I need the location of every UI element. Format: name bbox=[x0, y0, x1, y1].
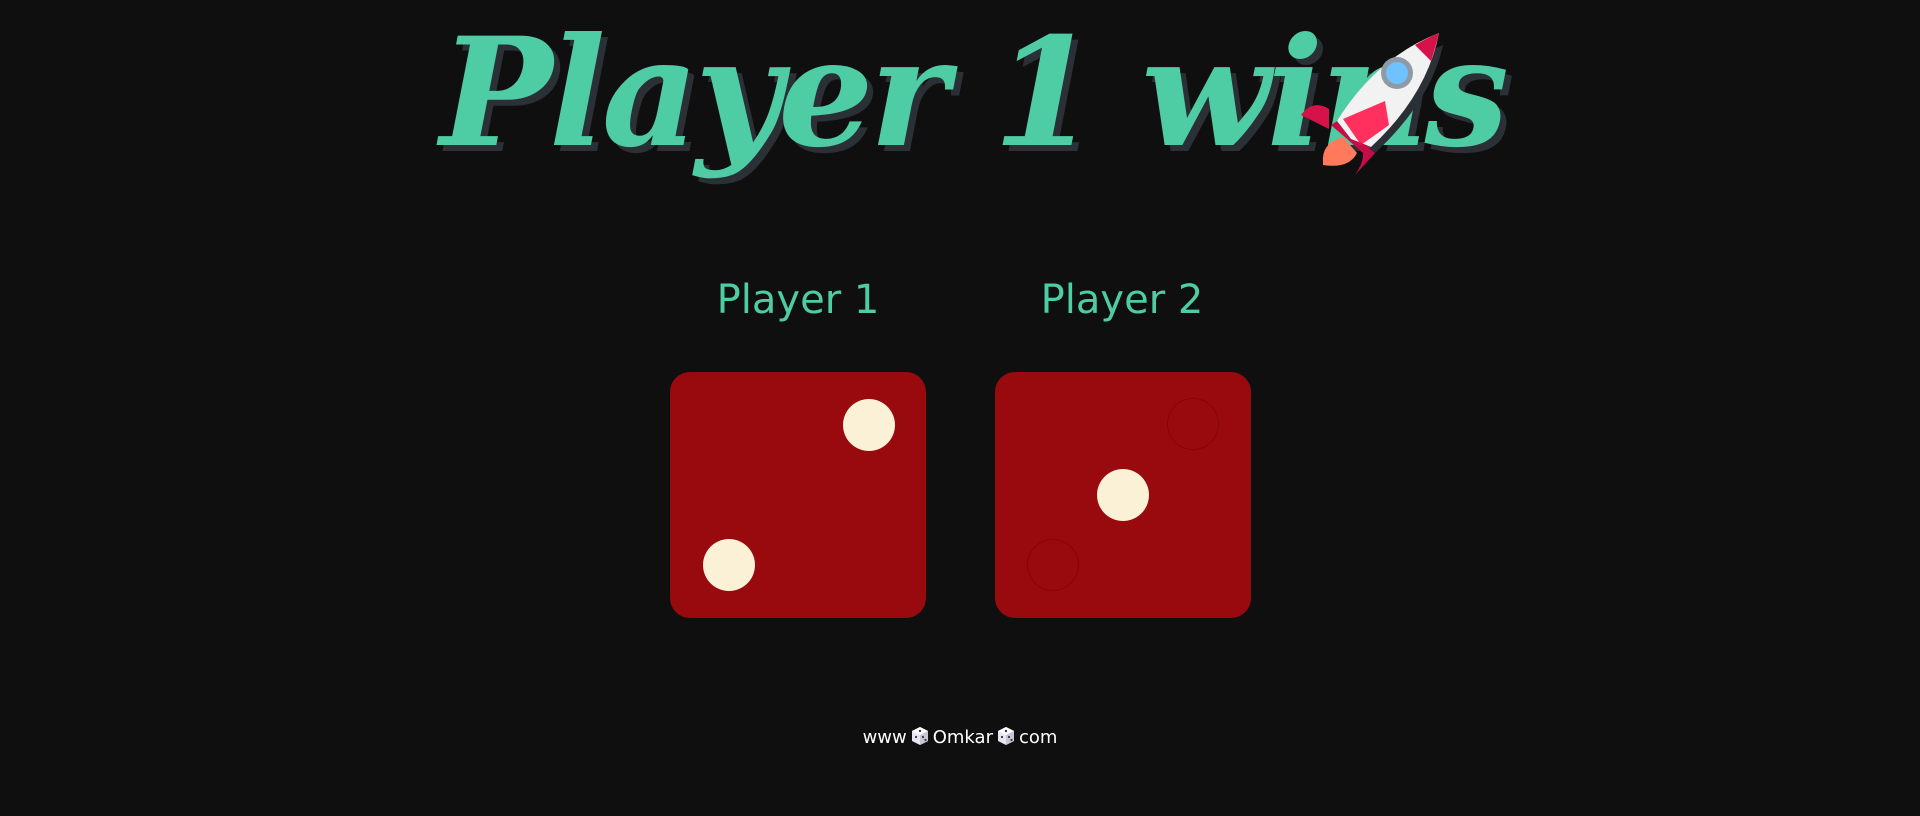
die-pip bbox=[703, 539, 755, 591]
die-pip-hidden bbox=[1027, 539, 1079, 591]
footer-prefix: www bbox=[862, 727, 907, 748]
dice-icon bbox=[997, 727, 1014, 745]
player-2-die bbox=[995, 372, 1251, 618]
result-banner: Player 1 wins bbox=[0, 0, 1920, 210]
die-pip bbox=[843, 399, 895, 451]
footer-credit: www Omkar com bbox=[0, 723, 1920, 753]
die-pip-hidden bbox=[1167, 398, 1219, 450]
player-1-die bbox=[670, 372, 926, 618]
game-page: Player 1 wins Player 1 Player 2 www Omka… bbox=[0, 0, 1920, 816]
rocket-icon bbox=[1301, 33, 1443, 175]
player-1-label: Player 1 bbox=[716, 277, 880, 323]
footer-name: Omkar bbox=[932, 727, 993, 748]
dice-icon bbox=[911, 727, 928, 745]
die-pip bbox=[1097, 469, 1149, 521]
player-2-label: Player 2 bbox=[1040, 277, 1204, 323]
footer-suffix: com bbox=[1018, 727, 1058, 748]
